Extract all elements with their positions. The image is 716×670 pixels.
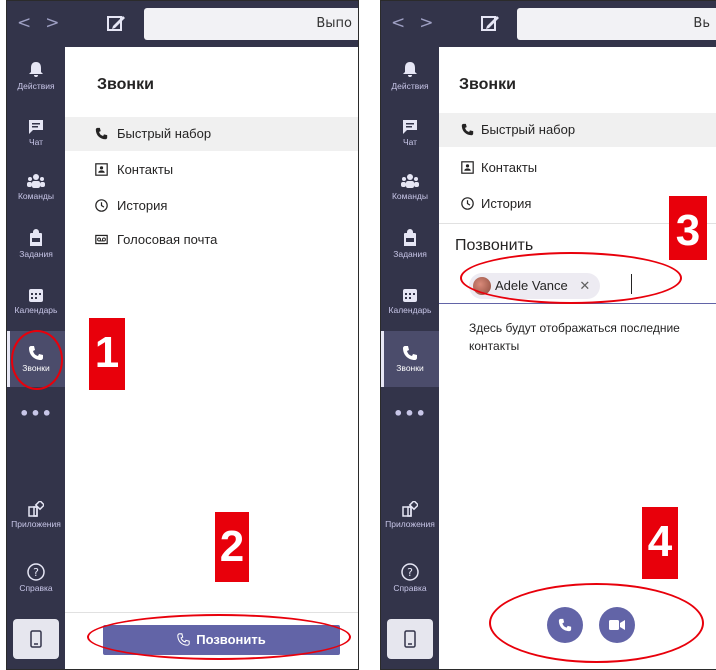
- menu-contacts[interactable]: Контакты: [439, 151, 716, 185]
- rail-assignments[interactable]: Задания: [7, 229, 65, 259]
- page-title: Звонки: [97, 76, 154, 93]
- highlight-call-button: [87, 614, 351, 660]
- bell-icon: [29, 62, 43, 77]
- rail-label: Справка: [393, 583, 427, 593]
- app-rail: Действия Чат Команды Задания Календарь З…: [381, 47, 439, 669]
- device-button[interactable]: [387, 619, 433, 659]
- rail-label: Действия: [391, 81, 429, 91]
- phone-icon: [461, 123, 474, 136]
- rail-label: Справка: [19, 583, 53, 593]
- rail-label: Задания: [393, 249, 427, 259]
- mobile-icon: [404, 630, 416, 648]
- forward-icon[interactable]: >: [419, 13, 447, 33]
- rail-calendar[interactable]: Календарь: [381, 287, 439, 315]
- dial-section-title: Позвонить: [455, 237, 534, 254]
- menu-history[interactable]: История: [65, 189, 358, 223]
- phone-icon: [95, 127, 108, 140]
- mobile-icon: [30, 630, 42, 648]
- rail-activity[interactable]: Действия: [7, 61, 65, 91]
- back-icon[interactable]: <: [17, 13, 45, 33]
- new-chat-icon[interactable]: [481, 14, 501, 32]
- rail-calls[interactable]: Звонки: [381, 331, 439, 387]
- apps-icon: [28, 501, 44, 517]
- rail-label: Чат: [402, 137, 418, 147]
- rail-assignments[interactable]: Задания: [381, 229, 439, 259]
- recent-contacts-hint: Здесь будут отображаться последние конта…: [469, 321, 680, 353]
- more-apps-button[interactable]: •••: [381, 404, 439, 423]
- rail-chat[interactable]: Чат: [7, 119, 65, 147]
- help-icon: ?: [27, 563, 45, 581]
- teams-window-left: <> Выпо Действия Чат Команды Задания Кал…: [6, 0, 359, 670]
- rail-teams[interactable]: Команды: [381, 173, 439, 201]
- callout-2: 2: [215, 512, 249, 582]
- title-bar: <> Выпо: [7, 1, 358, 47]
- rail-label: Звонки: [396, 363, 424, 373]
- apps-icon: [402, 501, 418, 517]
- rail-label: Чат: [28, 137, 44, 147]
- callout-1: 1: [89, 318, 125, 390]
- rail-label: Приложения: [385, 519, 435, 529]
- rail-help[interactable]: ? Справка: [381, 563, 439, 593]
- clock-icon: [95, 199, 108, 212]
- callout-3: 3: [669, 196, 707, 260]
- calendar-icon: [29, 289, 43, 302]
- voicemail-icon: [95, 234, 108, 245]
- calendar-icon: [403, 289, 417, 302]
- contacts-icon: [95, 163, 108, 176]
- highlight-contact-input: [460, 252, 682, 304]
- chat-icon: [29, 120, 43, 134]
- search-input[interactable]: Вь: [517, 8, 716, 40]
- history-arrows[interactable]: <>: [391, 13, 448, 33]
- highlight-call-buttons: [489, 583, 704, 663]
- contacts-icon: [461, 161, 474, 174]
- backpack-icon: [30, 229, 42, 246]
- history-arrows[interactable]: <>: [17, 13, 74, 33]
- menu-voicemail[interactable]: Голосовая почта: [65, 223, 358, 257]
- clock-icon: [461, 197, 474, 210]
- back-icon[interactable]: <: [391, 13, 419, 33]
- rail-apps[interactable]: Приложения: [7, 501, 65, 529]
- rail-calendar[interactable]: Календарь: [7, 287, 65, 315]
- rail-teams[interactable]: Команды: [7, 173, 65, 201]
- rail-apps[interactable]: Приложения: [381, 501, 439, 529]
- search-input[interactable]: Выпо: [144, 8, 358, 40]
- teams-icon: [401, 174, 419, 188]
- rail-label: Команды: [17, 191, 54, 201]
- menu-speed-dial[interactable]: Быстрый набор: [65, 117, 358, 151]
- menu-speed-dial[interactable]: Быстрый набор: [439, 113, 716, 147]
- rail-label: Приложения: [11, 519, 61, 529]
- forward-icon[interactable]: >: [45, 13, 73, 33]
- help-icon: ?: [401, 563, 419, 581]
- title-bar: <> Вь: [381, 1, 716, 47]
- divider: [65, 612, 358, 613]
- chat-icon: [403, 120, 417, 134]
- rail-label: Задания: [19, 249, 53, 259]
- rail-help[interactable]: ? Справка: [7, 563, 65, 593]
- backpack-icon: [404, 229, 416, 246]
- svg-text:?: ?: [407, 566, 413, 579]
- callout-4: 4: [642, 507, 678, 579]
- page-title: Звонки: [459, 76, 516, 93]
- svg-text:?: ?: [33, 566, 39, 579]
- bell-icon: [403, 62, 417, 77]
- rail-label: Команды: [391, 191, 428, 201]
- rail-label: Действия: [17, 81, 55, 91]
- highlight-calls-tab: [11, 330, 63, 390]
- rail-activity[interactable]: Действия: [381, 61, 439, 91]
- rail-chat[interactable]: Чат: [381, 119, 439, 147]
- teams-icon: [27, 174, 45, 188]
- device-button[interactable]: [13, 619, 59, 659]
- phone-icon: [403, 346, 417, 360]
- new-chat-icon[interactable]: [107, 14, 127, 32]
- more-apps-button[interactable]: •••: [7, 404, 65, 423]
- rail-label: Календарь: [388, 305, 432, 315]
- menu-contacts[interactable]: Контакты: [65, 153, 358, 187]
- rail-label: Календарь: [14, 305, 58, 315]
